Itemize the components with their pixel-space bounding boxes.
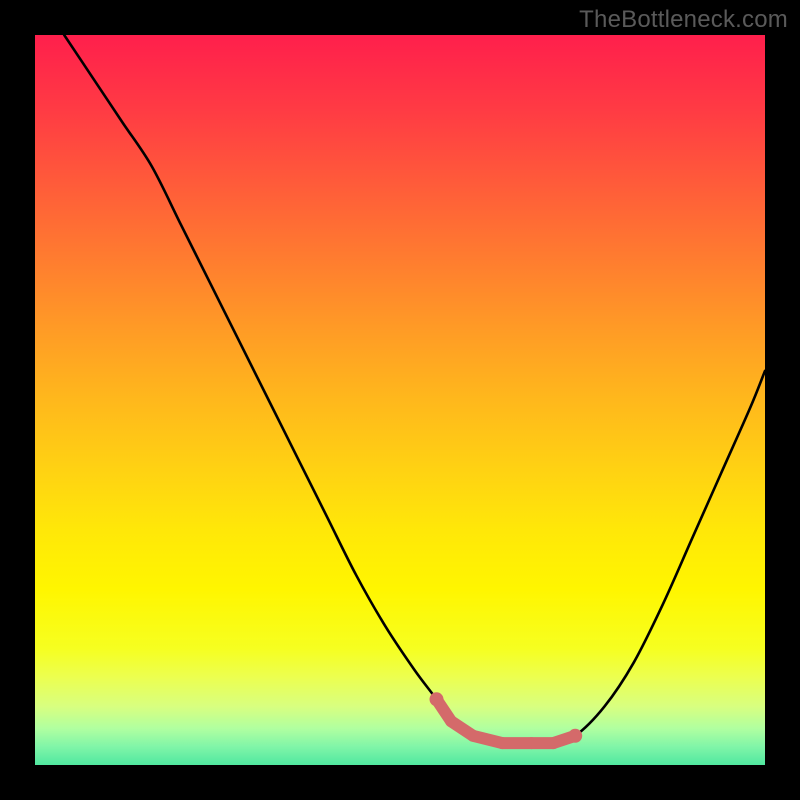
gradient-svg xyxy=(35,35,765,765)
plot-rect xyxy=(35,35,765,765)
chart-frame: TheBottleneck.com xyxy=(0,0,800,800)
plot-background xyxy=(35,35,765,765)
watermark-text: TheBottleneck.com xyxy=(579,6,788,34)
